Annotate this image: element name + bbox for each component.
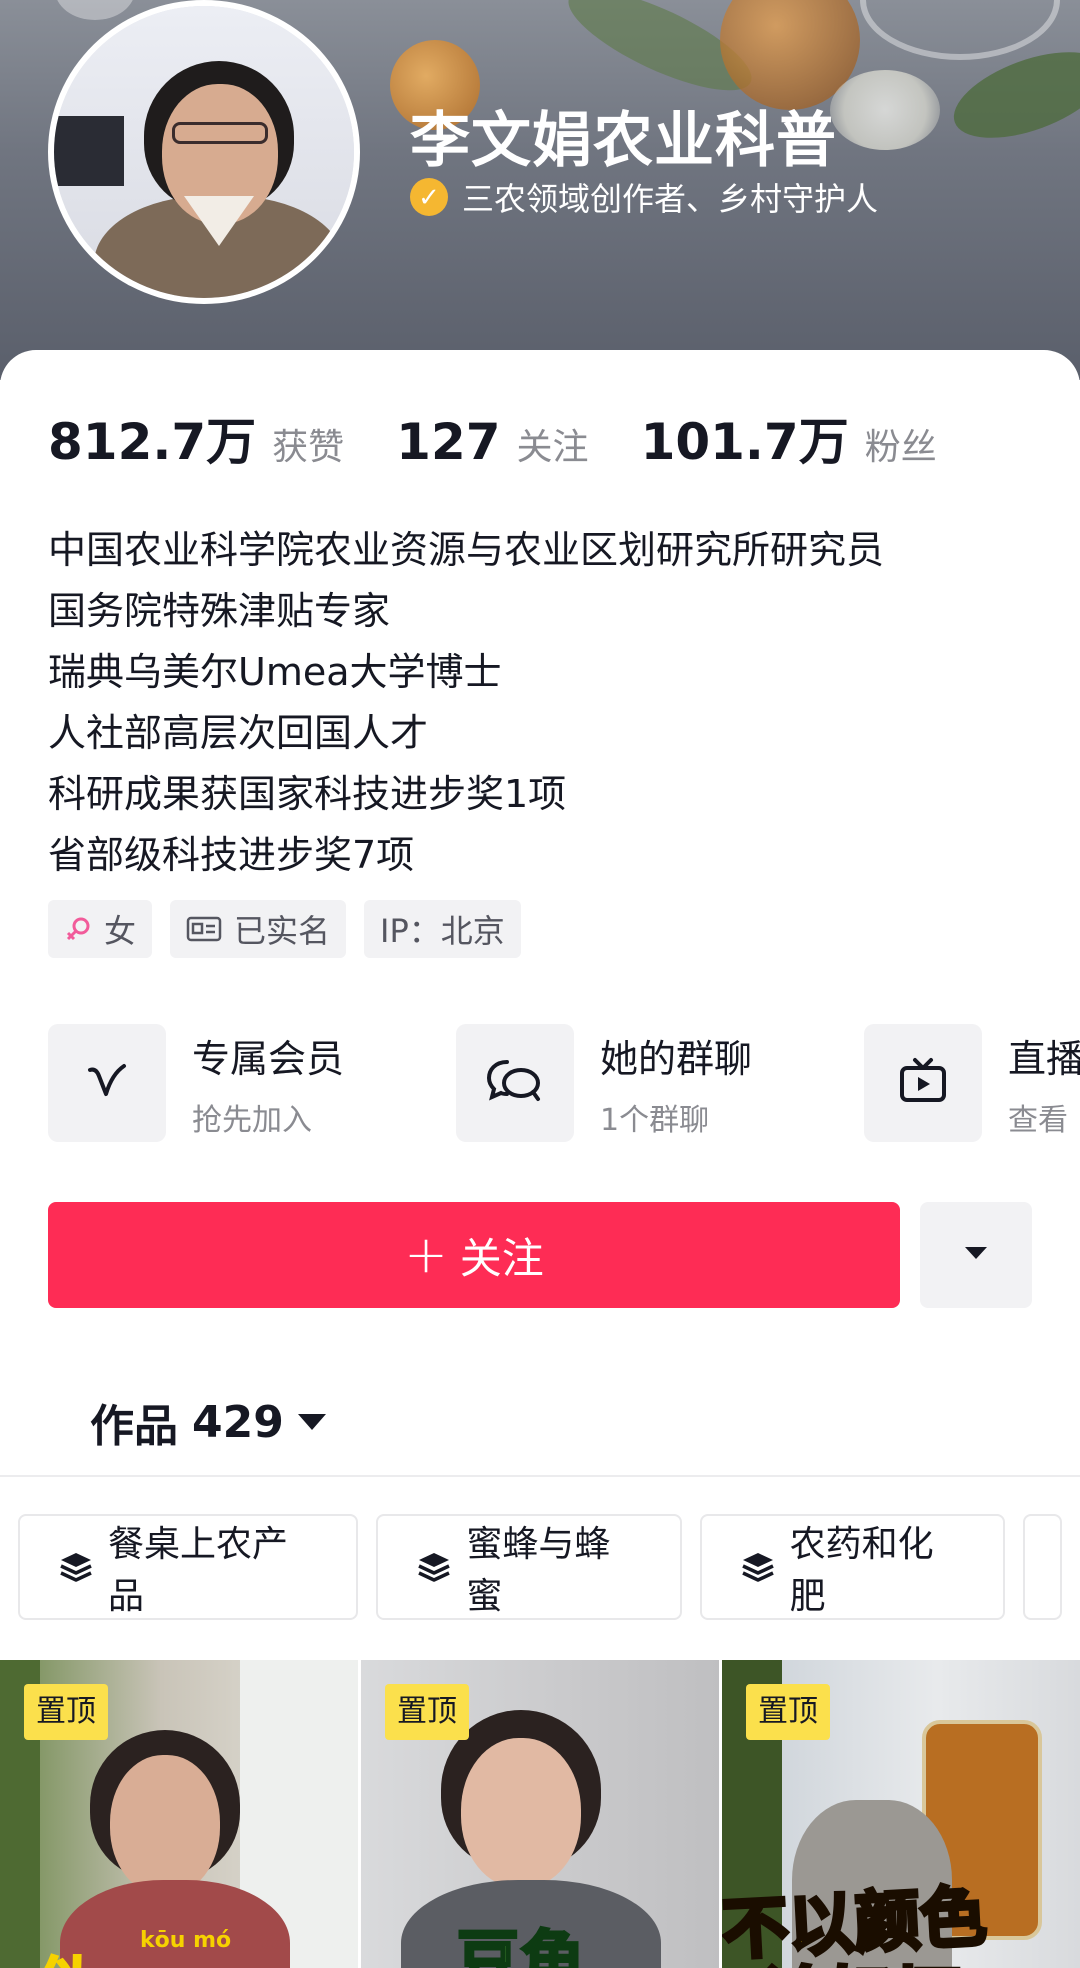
pinned-badge: 置顶 — [24, 1684, 108, 1740]
more-options-button[interactable] — [920, 1202, 1032, 1308]
follow-label: 关注 — [459, 1233, 544, 1283]
likes-count[interactable]: 812.7万 — [48, 402, 256, 474]
account-name: 李文娟农业科普 — [410, 106, 837, 176]
v-icon — [82, 1056, 132, 1111]
header-background-bowl — [860, 0, 1060, 60]
feature-row: 专属会员 抢先加入 她的群聊 1个群聊 直播 查看 — [48, 1022, 1080, 1144]
avatar[interactable] — [48, 0, 360, 304]
ip-label: IP：北京 — [380, 912, 505, 950]
live-title: 直播 — [1008, 1036, 1080, 1081]
bio-line: 中国农业科学院农业资源与农业区划研究所研究员 — [48, 528, 885, 572]
check-icon: ✓ — [410, 178, 448, 216]
collection-chip[interactable]: 餐桌上农产品 — [18, 1514, 359, 1620]
gender-label: 女 — [104, 912, 137, 950]
feature-icon-box — [456, 1024, 574, 1142]
tab-works[interactable]: 作品 429 — [90, 1390, 326, 1454]
profile-card: 812.7万 获赞 127 关注 101.7万 粉丝 中国农业科学院农业资源与农… — [0, 350, 1080, 1968]
video-thumbnail[interactable]: 置顶 豆角 — [361, 1660, 719, 1968]
video-overlay-text: 伪 — [30, 1930, 110, 1968]
chat-bubbles-icon — [485, 1056, 545, 1111]
verified-label: 已实名 — [234, 912, 331, 950]
bio-line: 人社部高层次回国人才 — [48, 711, 429, 755]
profile-page: 李文娟农业科普 ✓ 三农领域创作者、乡村守护人 812.7万 获赞 127 关注… — [0, 0, 1080, 1968]
verified-tag: 已实名 — [170, 900, 347, 958]
video-overlay-text: 豆角 — [455, 1924, 586, 1968]
video-overlay-text: 论好坏 — [760, 1945, 962, 1968]
video-grid: 置顶 伪 kōu mó 置顶 豆角 置顶 不以颜色 论好坏 — [0, 1660, 1080, 1968]
feature-icon-box — [48, 1024, 166, 1142]
following-label[interactable]: 关注 — [517, 418, 589, 470]
bio-line: 瑞典乌美尔Umea大学博士 — [48, 650, 502, 694]
collection-label: 蜜蜂与蜂蜜 — [466, 1524, 611, 1617]
likes-label[interactable]: 获赞 — [272, 418, 344, 470]
works-label: 作品 — [90, 1401, 178, 1452]
gender-tag: 女 — [48, 900, 153, 958]
collection-label: 餐桌上农产品 — [108, 1524, 289, 1617]
video-overlay-pinyin: kōu mó — [140, 1928, 232, 1953]
profile-header: 李文娟农业科普 ✓ 三农领域创作者、乡村守护人 — [0, 0, 1080, 380]
stats-row: 812.7万 获赞 127 关注 101.7万 粉丝 — [48, 402, 989, 474]
video-thumbnail[interactable]: 置顶 伪 kōu mó — [0, 1660, 358, 1968]
female-icon — [64, 915, 92, 943]
feature-icon-box — [864, 1024, 982, 1142]
following-count[interactable]: 127 — [396, 413, 500, 471]
stack-icon — [740, 1549, 776, 1585]
bio-line: 科研成果获国家科技进步奖1项 — [48, 772, 567, 816]
pinned-badge: 置顶 — [746, 1684, 830, 1740]
group-chat-title: 她的群聊 — [600, 1036, 753, 1081]
caret-down-icon — [297, 1414, 326, 1430]
ip-tag: IP：北京 — [364, 900, 521, 958]
collection-chip[interactable]: 农药和化肥 — [699, 1514, 1006, 1620]
stack-icon — [58, 1549, 94, 1585]
plus-icon: + — [404, 1225, 448, 1285]
pinned-badge: 置顶 — [385, 1684, 469, 1740]
live-subtitle: 查看 — [1008, 1102, 1068, 1138]
verification-text: 三农领域创作者、乡村守护人 — [462, 180, 879, 218]
membership-entry[interactable]: 专属会员 抢先加入 — [48, 1022, 344, 1144]
followers-label[interactable]: 粉丝 — [865, 418, 937, 470]
group-chat-subtitle: 1个群聊 — [600, 1102, 710, 1138]
collection-chip[interactable]: 蜜蜂与蜂蜜 — [376, 1514, 682, 1620]
bio-line: 省部级科技进步奖7项 — [48, 833, 415, 877]
divider — [0, 1475, 1080, 1477]
collection-label: 农药和化肥 — [789, 1524, 934, 1617]
follow-button[interactable]: + 关注 — [48, 1202, 900, 1308]
collections-row: 餐桌上农产品 蜜蜂与蜂蜜 农药和化肥 — [18, 1514, 1080, 1620]
group-chat-entry[interactable]: 她的群聊 1个群聊 — [456, 1022, 752, 1144]
profile-tags: 女 已实名 IP：北京 — [48, 900, 539, 958]
membership-title: 专属会员 — [192, 1036, 345, 1081]
caret-down-icon — [963, 1244, 989, 1267]
tv-icon — [897, 1055, 949, 1112]
live-entry[interactable]: 直播 查看 — [864, 1022, 1080, 1144]
stack-icon — [416, 1549, 452, 1585]
bio-line: 国务院特殊津贴专家 — [48, 589, 391, 633]
verification-badge[interactable]: ✓ 三农领域创作者、乡村守护人 — [410, 174, 878, 220]
followers-count[interactable]: 101.7万 — [641, 402, 849, 474]
works-count: 429 — [192, 1396, 284, 1448]
bio: 中国农业科学院农业资源与农业区划研究所研究员 国务院特殊津贴专家 瑞典乌美尔Um… — [48, 520, 884, 886]
membership-subtitle: 抢先加入 — [192, 1102, 312, 1138]
collection-chip[interactable] — [1023, 1514, 1062, 1620]
header-background-flower — [830, 70, 940, 150]
video-thumbnail[interactable]: 置顶 不以颜色 论好坏 — [722, 1660, 1080, 1968]
id-card-icon — [186, 915, 222, 943]
